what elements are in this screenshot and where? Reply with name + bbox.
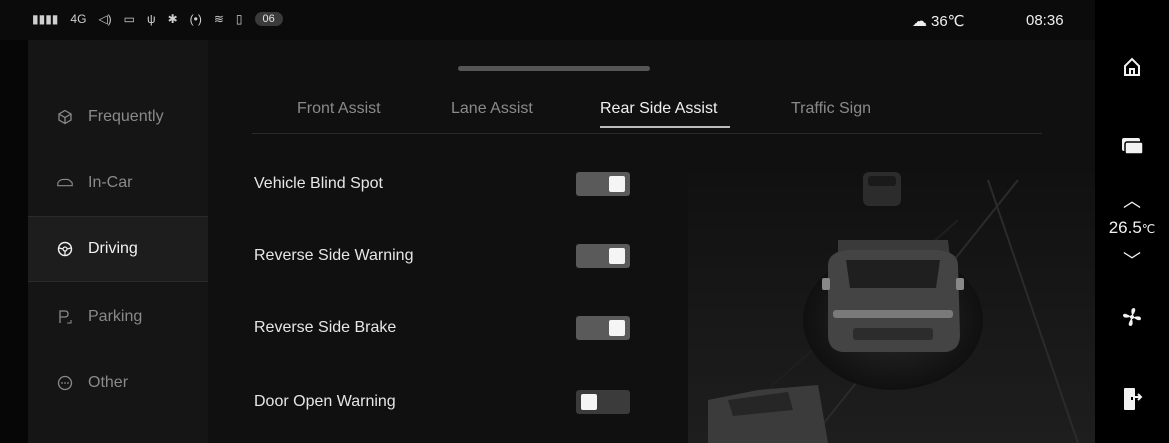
reverse-side-warning-toggle[interactable]: [576, 244, 630, 268]
weather-temp: 36℃: [931, 13, 965, 30]
assist-tabs: Front Assist Lane Assist Rear Side Assis…: [252, 100, 1042, 134]
car-icon: [56, 174, 74, 192]
driving-settings-panel: Front Assist Lane Assist Rear Side Assis…: [208, 40, 1095, 443]
setting-label: Door Open Warning: [254, 393, 396, 410]
phone-icon: ▯: [235, 12, 243, 26]
usb-icon: ψ: [147, 12, 156, 26]
sidebar-item-frequently[interactable]: Frequently: [28, 84, 208, 150]
active-tab-indicator: [600, 126, 730, 128]
chevron-up-icon: ︿: [1123, 191, 1141, 211]
screen-icon: ▭: [123, 12, 136, 26]
sidebar: Frequently In-Car Driving Parking Other: [28, 40, 208, 443]
speaker-icon: ◁): [98, 12, 112, 26]
temp-unit: ℃: [1141, 222, 1156, 236]
status-bar: ▮▮▮▮ 4G ◁) ▭ ψ ✱ (•) ≋ ▯ 06 ☁ 36℃ 08:36: [0, 0, 1095, 40]
sidebar-item-label: Parking: [88, 308, 143, 325]
sidebar-item-driving[interactable]: Driving: [28, 216, 208, 282]
tab-traffic-sign[interactable]: Traffic Sign: [791, 100, 871, 118]
exit-button[interactable]: [1095, 384, 1169, 414]
setting-row-reverse-side-warning: Reverse Side Warning: [254, 242, 634, 272]
door-open-warning-toggle[interactable]: [576, 390, 630, 414]
signal-bars-icon: ▮▮▮▮: [32, 12, 59, 26]
clock: 08:36: [1026, 12, 1064, 29]
ego-car-icon: [822, 240, 964, 352]
sidebar-item-parking[interactable]: Parking: [28, 284, 208, 350]
setting-label: Reverse Side Brake: [254, 319, 397, 336]
status-icons: ▮▮▮▮ 4G ◁) ▭ ψ ✱ (•) ≋ ▯ 06: [32, 12, 283, 26]
home-button[interactable]: [1095, 52, 1169, 82]
notification-badge: 06: [254, 12, 283, 26]
bluetooth-icon: ✱: [167, 12, 178, 26]
parking-icon: [56, 308, 74, 326]
toggle-knob: [609, 176, 625, 192]
wifi-icon: ≋: [213, 12, 224, 26]
sidebar-item-label: In-Car: [88, 174, 133, 191]
temp-value: 26.5: [1108, 218, 1142, 237]
temp-up-button[interactable]: ︿: [1095, 190, 1169, 211]
sidebar-item-label: Driving: [88, 240, 138, 257]
cabin-temperature: 26.5℃: [1095, 218, 1169, 238]
reverse-side-brake-toggle[interactable]: [576, 316, 630, 340]
more-icon: [56, 374, 74, 392]
toggle-knob: [581, 394, 597, 410]
weather: ☁ 36℃: [912, 12, 965, 30]
sidebar-item-other[interactable]: Other: [28, 350, 208, 416]
home-icon: [1124, 57, 1140, 76]
setting-label: Reverse Side Warning: [254, 247, 414, 264]
sidebar-item-in-car[interactable]: In-Car: [28, 150, 208, 216]
temp-down-button[interactable]: ﹀: [1095, 250, 1169, 271]
tab-lane-assist[interactable]: Lane Assist: [451, 100, 533, 118]
hotspot-icon: (•): [189, 12, 202, 26]
toggle-knob: [609, 320, 625, 336]
sidebar-item-label: Frequently: [88, 108, 164, 125]
setting-row-door-open-warning: Door Open Warning: [254, 388, 634, 418]
chevron-down-icon: ﹀: [1123, 251, 1141, 271]
vehicle-blind-spot-toggle[interactable]: [576, 172, 630, 196]
steering-wheel-icon: [56, 240, 74, 258]
toggle-knob: [609, 248, 625, 264]
tab-front-assist[interactable]: Front Assist: [297, 100, 381, 118]
right-dock: ︿ 26.5℃ ﹀: [1095, 0, 1169, 443]
sidebar-item-label: Other: [88, 374, 129, 391]
rear-side-assist-illustration: [688, 160, 1095, 443]
setting-row-reverse-side-brake: Reverse Side Brake: [254, 314, 634, 344]
tab-rear-side-assist[interactable]: Rear Side Assist: [600, 100, 717, 118]
far-car-icon: [863, 172, 901, 206]
multi-window-button[interactable]: [1095, 130, 1169, 160]
door-exit-icon: [1124, 388, 1143, 410]
cube-icon: [56, 108, 74, 126]
panel-drag-handle[interactable]: [458, 66, 650, 71]
setting-row-vehicle-blind-spot: Vehicle Blind Spot: [254, 170, 634, 200]
setting-label: Vehicle Blind Spot: [254, 175, 383, 192]
network-type: 4G: [70, 12, 87, 26]
fan-button[interactable]: [1095, 300, 1169, 334]
fan-icon: [1123, 308, 1141, 326]
weather-icon: ☁: [912, 13, 927, 30]
windows-icon: [1122, 138, 1144, 155]
